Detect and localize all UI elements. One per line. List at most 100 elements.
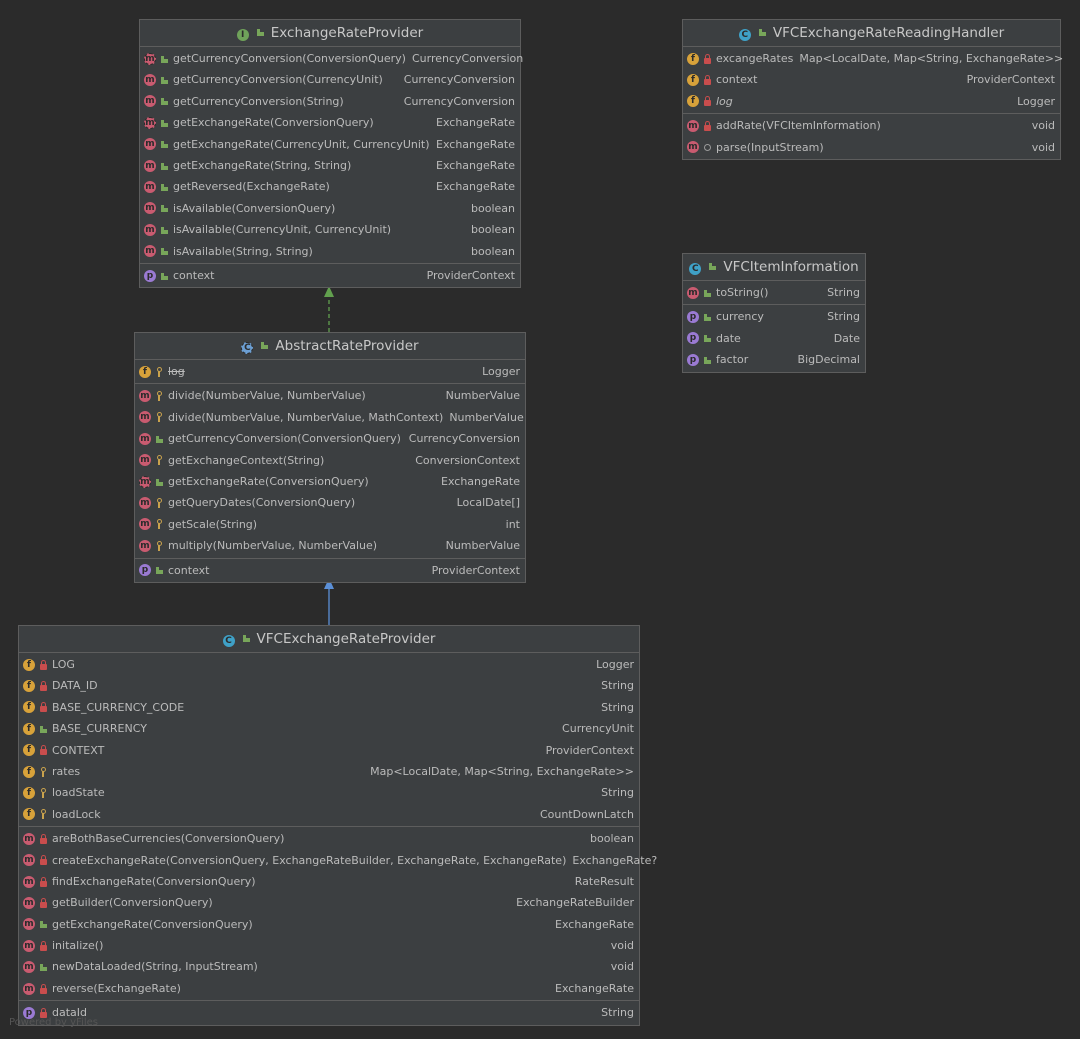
method-row-get-currency-conversion[interactable]: m getCurrencyConversion(ConversionQuery) C…	[140, 48, 523, 69]
member-name: getExchangeRate(ConversionQuery)	[173, 116, 374, 130]
class-header[interactable]: C VFCItemInformation	[683, 254, 865, 281]
property-row-context[interactable]: p context ProviderContext	[140, 265, 520, 286]
property-row-currency[interactable]: p currency String	[683, 306, 865, 327]
field-icon: f	[23, 658, 35, 671]
member-name: getExchangeRate(ConversionQuery)	[52, 917, 253, 931]
private-visibility-icon	[39, 897, 48, 908]
field-icon: f	[23, 722, 35, 735]
method-row-divide[interactable]: m divide(NumberValue, NumberValue) NumberV…	[135, 385, 525, 406]
property-row-context[interactable]: p context ProviderContext	[135, 560, 525, 581]
method-row-is-available[interactable]: m isAvailable(ConversionQuery) boolean	[140, 198, 520, 219]
method-row-find-exchange-rate[interactable]: m findExchangeRate(ConversionQuery) RateRe…	[19, 871, 639, 892]
member-type: int	[505, 517, 520, 531]
field-row-load-lock[interactable]: f loadLock CountDownLatch	[19, 804, 639, 825]
method-row-get-builder[interactable]: m getBuilder(ConversionQuery) ExchangeRate…	[19, 892, 639, 913]
field-row-excange-rates[interactable]: f excangeRates Map<LocalDate, Map<String, …	[683, 48, 1064, 69]
field-row-log[interactable]: f log Logger	[683, 91, 1060, 112]
method-row-get-currency-conversion[interactable]: m getCurrencyConversion(ConversionQuery) C…	[135, 428, 525, 449]
field-row-log[interactable]: f LOG Logger	[19, 654, 639, 675]
member-name: LOG	[52, 658, 75, 671]
member-name: getReversed(ExchangeRate)	[173, 180, 330, 194]
field-row-base-currency-code[interactable]: f BASE_CURRENCY_CODE String	[19, 697, 639, 718]
member-type: String	[827, 310, 860, 324]
public-visibility-icon	[758, 27, 767, 37]
member-type: ExchangeRate	[436, 180, 515, 194]
class-header[interactable]: C VFCExchangeRateReadingHandler	[683, 20, 1060, 47]
method-icon: m	[144, 181, 156, 194]
method-icon: m	[139, 497, 151, 510]
class-box-abstract-rate-provider[interactable]: C AbstractRateProvider f log Logger m divide(N…	[134, 332, 526, 583]
method-row-parse[interactable]: m parse(InputStream) void	[683, 137, 1060, 158]
class-box-vfc-exchange-rate-provider[interactable]: C VFCExchangeRateProvider f LOG Logger f DATA_…	[18, 625, 657, 1026]
member-section: m divide(NumberValue, NumberValue) NumberV…	[135, 384, 525, 559]
method-row-new-data-loaded[interactable]: m newDataLoaded(String, InputStream) void	[19, 956, 639, 977]
member-name: isAvailable(CurrencyUnit, CurrencyUnit)	[173, 223, 392, 237]
member-type: void	[1031, 140, 1055, 154]
class-box-vfc-item-information[interactable]: C VFCItemInformation m toString() String p cur…	[682, 253, 866, 373]
method-row-get-currency-conversion[interactable]: m getCurrencyConversion(CurrencyUnit) Curr…	[140, 69, 520, 90]
method-row-divide[interactable]: m divide(NumberValue, NumberValue, MathCo…	[135, 407, 525, 428]
property-row-factor[interactable]: p factor BigDecimal	[683, 349, 865, 370]
member-name: getExchangeRate(ConversionQuery)	[168, 474, 369, 488]
member-type: Logger	[596, 658, 634, 671]
member-type: String	[827, 286, 860, 299]
method-row-get-exchange-rate[interactable]: m getExchangeRate(ConversionQuery) Exchang…	[140, 112, 520, 133]
method-row-get-exchange-context[interactable]: m getExchangeContext(String) ConversionCon…	[135, 450, 525, 471]
field-row-rates[interactable]: f rates Map<LocalDate, Map<String, Exchang…	[19, 761, 639, 782]
field-row-base-currency[interactable]: f BASE_CURRENCY CurrencyUnit	[19, 718, 639, 739]
property-icon: p	[144, 269, 156, 282]
public-visibility-icon	[39, 919, 48, 929]
class-name: VFCItemInformation	[723, 259, 859, 275]
method-row-get-exchange-rate[interactable]: m getExchangeRate(String, String) Exchange…	[140, 155, 520, 176]
method-row-get-scale[interactable]: m getScale(String) int	[135, 514, 525, 535]
method-row-get-currency-conversion[interactable]: m getCurrencyConversion(String) CurrencyCo…	[140, 91, 520, 112]
property-row-date[interactable]: p date Date	[683, 328, 865, 349]
public-visibility-icon	[703, 312, 712, 322]
method-row-initalize[interactable]: m initalize() void	[19, 935, 639, 956]
method-row-get-exchange-rate[interactable]: m getExchangeRate(ConversionQuery) Exchang…	[19, 914, 639, 935]
member-name: CONTEXT	[52, 743, 105, 757]
public-visibility-icon	[160, 246, 169, 256]
class-box-vfc-exchange-rate-reading-handler[interactable]: C VFCExchangeRateReadingHandler f excangeRa…	[682, 19, 1064, 160]
class-header[interactable]: C AbstractRateProvider	[135, 333, 525, 360]
private-visibility-icon	[39, 659, 48, 670]
method-icon: m	[139, 432, 151, 445]
public-visibility-icon	[160, 54, 169, 64]
field-row-context[interactable]: f context ProviderContext	[683, 69, 1060, 90]
class-box-exchange-rate-provider[interactable]: I ExchangeRateProvider m getCurrencyConvers…	[139, 19, 523, 289]
member-name: areBothBaseCurrencies(ConversionQuery)	[52, 832, 285, 846]
member-name: findExchangeRate(ConversionQuery)	[52, 874, 256, 888]
method-row-get-reversed[interactable]: m getReversed(ExchangeRate) ExchangeRate	[140, 176, 520, 197]
method-row-get-query-dates[interactable]: m getQueryDates(ConversionQuery) LocalDate…	[135, 492, 525, 513]
method-row-multiply[interactable]: m multiply(NumberValue, NumberValue) Numbe…	[135, 535, 525, 556]
member-type: String	[601, 1006, 634, 1020]
field-row-context[interactable]: f CONTEXT ProviderContext	[19, 740, 639, 761]
property-row-data-id[interactable]: p dataId String	[19, 1002, 639, 1023]
field-row-log[interactable]: f log Logger	[135, 361, 525, 382]
method-row-get-exchange-rate[interactable]: m getExchangeRate(ConversionQuery) Exchang…	[135, 471, 525, 492]
field-row-data-id[interactable]: f DATA_ID String	[19, 675, 639, 696]
field-row-load-state[interactable]: f loadState String	[19, 782, 639, 803]
member-name: createExchangeRate(ConversionQuery, Exch…	[52, 853, 567, 867]
member-name: getCurrencyConversion(CurrencyUnit)	[173, 73, 383, 87]
method-row-add-rate[interactable]: m addRate(VFCItemInformation) void	[683, 115, 1060, 136]
member-type: Map<LocalDate, Map<String, ExchangeRate>…	[370, 764, 634, 778]
member-type: String	[601, 700, 634, 714]
class-header[interactable]: C VFCExchangeRateProvider	[19, 626, 639, 653]
class-header[interactable]: I ExchangeRateProvider	[140, 20, 520, 47]
field-icon: f	[687, 52, 699, 65]
method-row-create-exchange-rate[interactable]: m createExchangeRate(ConversionQuery, Exc…	[19, 850, 657, 871]
method-row-get-exchange-rate[interactable]: m getExchangeRate(CurrencyUnit, CurrencyU…	[140, 134, 520, 155]
field-icon: f	[23, 808, 35, 821]
member-type: ExchangeRate	[555, 917, 634, 931]
method-row-reverse[interactable]: m reverse(ExchangeRate) ExchangeRate	[19, 978, 639, 999]
method-row-to-string[interactable]: m toString() String	[683, 282, 865, 303]
member-type: Map<LocalDate, Map<String, ExchangeRate>…	[799, 52, 1064, 65]
method-row-is-available[interactable]: m isAvailable(String, String) boolean	[140, 241, 520, 262]
method-row-are-both-base-currencies[interactable]: m areBothBaseCurrencies(ConversionQuery) b…	[19, 828, 639, 849]
member-type: ProviderContext	[545, 743, 634, 757]
field-icon: f	[23, 765, 35, 778]
member-type: BigDecimal	[797, 353, 860, 367]
method-row-is-available[interactable]: m isAvailable(CurrencyUnit, CurrencyUnit)…	[140, 219, 520, 240]
method-icon: m	[139, 475, 151, 488]
